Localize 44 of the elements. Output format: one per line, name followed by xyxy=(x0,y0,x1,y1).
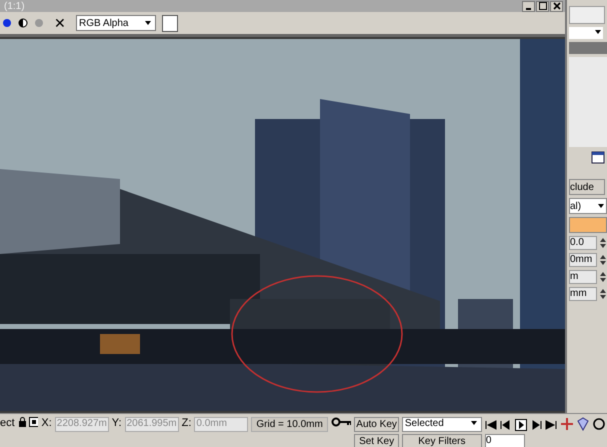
key-icon[interactable] xyxy=(330,417,352,427)
solid-circle-icon[interactable] xyxy=(2,18,12,28)
transform-mode-icon[interactable] xyxy=(29,417,38,427)
z-label: Z: xyxy=(182,417,192,429)
side-panel-field[interactable] xyxy=(569,6,605,24)
spinner-field[interactable]: 0.0 xyxy=(569,236,597,250)
set-key-button[interactable]: Set Key xyxy=(354,434,399,447)
side-dropdown[interactable] xyxy=(569,27,603,39)
lock-icon[interactable] xyxy=(18,417,26,427)
y-label: Y: xyxy=(112,417,122,429)
skip-start-icon[interactable] xyxy=(484,420,497,430)
clear-icon[interactable]: ✕ xyxy=(54,15,66,31)
channel-dropdown[interactable]: RGB Alpha xyxy=(76,15,156,31)
grid-size: Grid = 10.0mm xyxy=(251,417,328,432)
half-circle-icon[interactable] xyxy=(18,18,28,28)
side-dropdown[interactable]: al) xyxy=(569,198,607,214)
close-button[interactable] xyxy=(550,0,563,12)
include-button[interactable]: clude xyxy=(569,179,605,195)
x-label: X: xyxy=(41,417,52,429)
spinner-arrows-icon[interactable] xyxy=(599,271,607,283)
maximize-icon xyxy=(538,2,546,10)
maximize-button[interactable] xyxy=(536,0,549,12)
minimize-button[interactable] xyxy=(522,0,535,12)
previous-frame-icon[interactable] xyxy=(500,420,512,430)
color-swatch[interactable] xyxy=(569,217,607,233)
selection-dropdown[interactable]: Selected xyxy=(402,417,482,432)
close-icon xyxy=(552,2,560,10)
spinner-field[interactable]: 0mm xyxy=(569,253,597,267)
skip-end-icon[interactable] xyxy=(544,420,557,430)
spinner-field[interactable]: m xyxy=(569,270,597,284)
color-swatch[interactable] xyxy=(162,14,178,32)
spinner-arrows-icon[interactable] xyxy=(599,288,607,300)
frame-field[interactable]: 0 xyxy=(484,434,525,447)
auto-key-button[interactable]: Auto Key xyxy=(354,417,399,432)
spinner-arrows-icon[interactable] xyxy=(599,237,607,249)
window-title: (1:1) xyxy=(4,0,25,12)
spinner-field[interactable]: mm xyxy=(569,287,597,301)
spinner-arrows-icon[interactable] xyxy=(599,254,607,266)
calendar-icon[interactable] xyxy=(591,150,605,164)
play-icon[interactable] xyxy=(514,418,527,430)
panel-header xyxy=(569,42,607,54)
next-frame-icon[interactable] xyxy=(530,420,542,430)
key-filters-button[interactable]: Key Filters xyxy=(402,434,482,447)
status-text: ect xyxy=(0,417,15,429)
